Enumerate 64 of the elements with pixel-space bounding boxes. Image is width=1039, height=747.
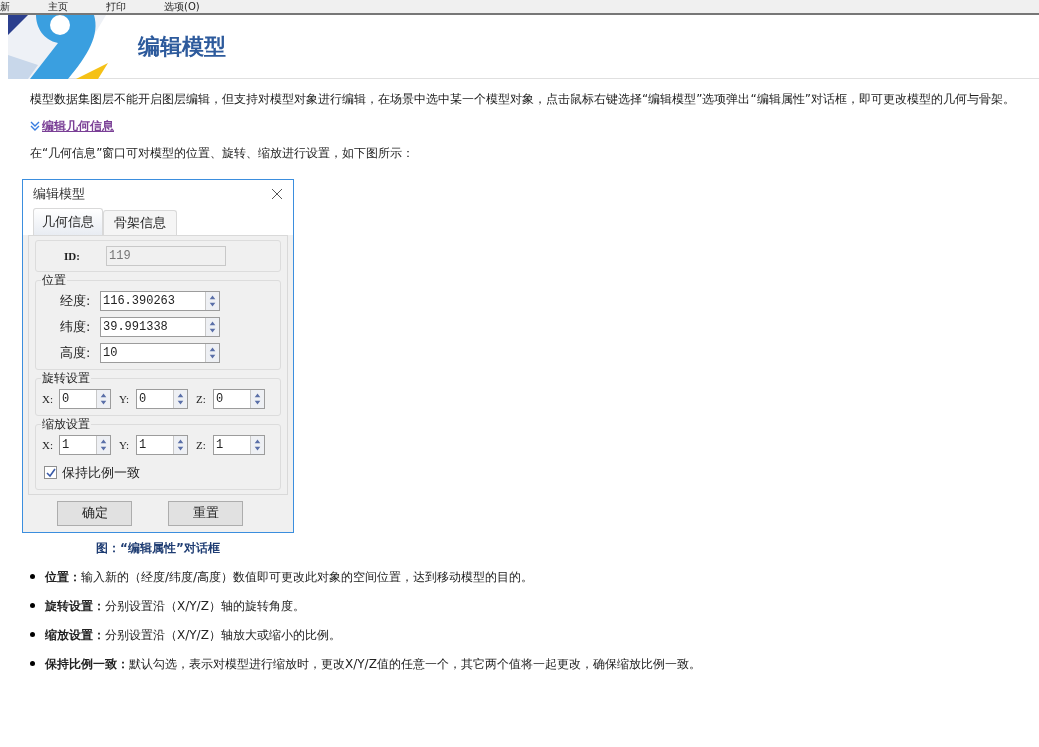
menu-item[interactable]: 新 xyxy=(0,0,10,13)
axis-label: X: xyxy=(42,437,54,453)
spinner-arrows-icon[interactable] xyxy=(205,344,219,362)
field-value: 1 xyxy=(138,437,148,454)
axis-label: Y: xyxy=(119,391,130,407)
spinner-arrows-icon[interactable] xyxy=(205,292,219,310)
field-value: 0 xyxy=(138,391,148,408)
axis-label: X: xyxy=(42,391,54,407)
double-chevron-icon xyxy=(30,121,40,131)
section-link[interactable]: 编辑几何信息 xyxy=(42,117,114,135)
field-label: 纬度: xyxy=(60,318,92,337)
menu-item[interactable]: 打印 xyxy=(106,0,126,13)
spin-field[interactable]: 39.991338 xyxy=(100,317,220,337)
group-legend: 缩放设置 xyxy=(41,416,91,432)
field-label: 高度: xyxy=(60,344,92,363)
group-legend: 位置 xyxy=(41,272,67,288)
page-title: 编辑模型 xyxy=(138,33,226,61)
field-value: 0 xyxy=(215,391,225,408)
menu-item[interactable]: 选项(O) xyxy=(164,0,200,13)
spinner-arrows-icon[interactable] xyxy=(205,318,219,336)
field-value: 0 xyxy=(61,391,71,408)
checkbox-label: 保持比例一致 xyxy=(62,464,140,482)
spin-field[interactable]: 1 xyxy=(213,435,265,455)
spin-field[interactable]: 0 xyxy=(59,389,111,409)
field-label: 经度: xyxy=(60,292,92,311)
spinner-arrows-icon[interactable] xyxy=(96,390,110,408)
id-field: 119 xyxy=(106,246,226,266)
spin-field[interactable]: 0 xyxy=(213,389,265,409)
dialog-title: 编辑模型 xyxy=(33,185,85,204)
dialog-button[interactable]: 重置 xyxy=(168,500,243,526)
id-label: ID: xyxy=(64,248,81,264)
field-value: 1 xyxy=(215,437,225,454)
keep-ratio-checkbox[interactable] xyxy=(44,466,57,480)
axis-label: Z: xyxy=(196,437,207,453)
spin-field[interactable]: 10 xyxy=(100,343,220,363)
spinner-arrows-icon[interactable] xyxy=(173,436,187,454)
axis-label: Z: xyxy=(196,391,207,407)
field-value: 10 xyxy=(102,345,119,362)
spinner-arrows-icon[interactable] xyxy=(250,390,264,408)
bullet-text: 旋转设置：分别设置沿（X/Y/Z）轴的旋转角度。 xyxy=(45,597,305,614)
figure-caption: 图：“编辑属性”对话框 xyxy=(96,539,220,557)
dialog-button[interactable]: 确定 xyxy=(57,500,132,526)
field-value: 1 xyxy=(61,437,71,454)
spin-field[interactable]: 1 xyxy=(136,435,188,455)
sub-intro-paragraph: 在“几何信息”窗口可对模型的位置、旋转、缩放进行设置，如下图所示： xyxy=(30,145,416,161)
axis-label: Y: xyxy=(119,437,130,453)
group-legend: 旋转设置 xyxy=(41,370,91,386)
spin-field[interactable]: 116.390263 xyxy=(100,291,220,311)
spinner-arrows-icon[interactable] xyxy=(250,436,264,454)
intro-paragraph: 模型数据集图层不能开启图层编辑，但支持对模型对象进行编辑，在场景中选中某一个模型对象，点击鼠标右键选择“编辑模型”选项弹出“编辑属性”对话框，即可更改模型的几何与骨架。 xyxy=(30,91,1016,107)
spinner-arrows-icon[interactable] xyxy=(173,390,187,408)
spinner-arrows-icon[interactable] xyxy=(96,436,110,454)
spin-field[interactable]: 0 xyxy=(136,389,188,409)
field-value: 116.390263 xyxy=(102,293,176,310)
field-value: 39.991338 xyxy=(102,319,169,336)
menu-item[interactable]: 主页 xyxy=(48,0,68,13)
check-icon xyxy=(45,467,56,478)
close-icon[interactable] xyxy=(271,188,283,200)
bullet-text: 保持比例一致：默认勾选，表示对模型进行缩放时，更改X/Y/Z值的任意一个，其它两个值将一起更改，确保缩放比例一致。 xyxy=(45,655,701,672)
dialog-tab[interactable]: 几何信息 xyxy=(33,208,103,235)
spin-field[interactable]: 1 xyxy=(59,435,111,455)
bullet-text: 位置：输入新的（经度/纬度/高度）数值即可更改此对象的空间位置，达到移动模型的目的。 xyxy=(45,568,534,585)
dialog-tab[interactable]: 骨架信息 xyxy=(103,210,177,235)
bullet-text: 缩放设置：分别设置沿（X/Y/Z）轴放大或缩小的比例。 xyxy=(45,626,341,643)
